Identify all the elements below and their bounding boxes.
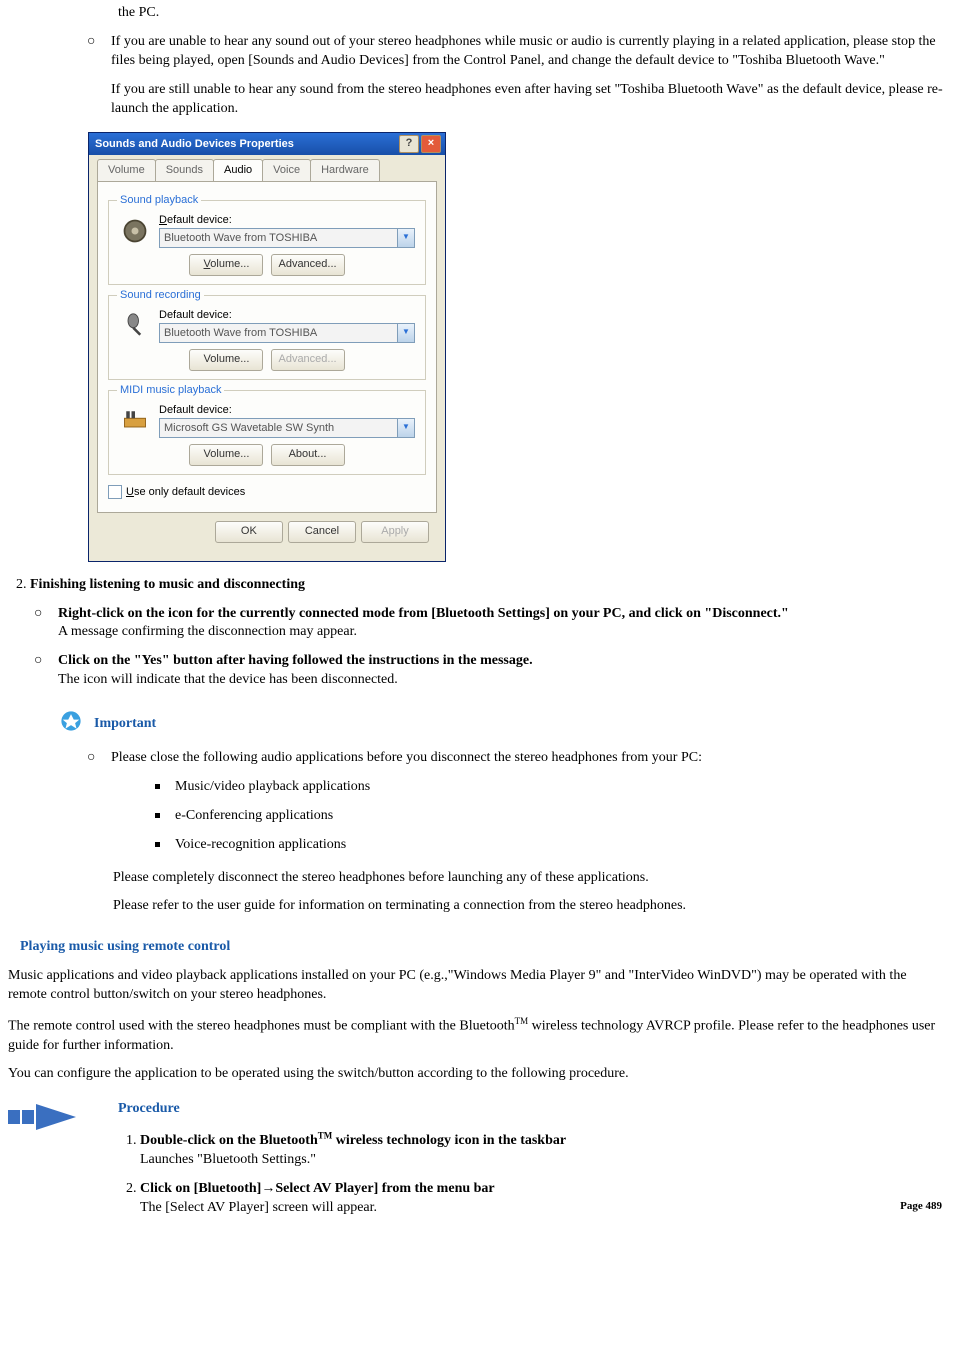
recording-legend: Sound recording [117, 288, 204, 303]
important-intro: Please close the following audio applica… [111, 750, 702, 765]
recording-label: Default device: [159, 308, 415, 323]
speaker-icon [119, 215, 151, 247]
tab-audio[interactable]: Audio [213, 159, 263, 181]
step2-item-2: Click on the "Yes" button after having f… [30, 652, 946, 690]
important-p1: Please completely disconnect the stereo … [113, 869, 946, 888]
midi-about-button[interactable]: About... [271, 444, 345, 466]
midi-label: Default device: [159, 403, 415, 418]
midi-device-value: Microsoft GS Wavetable SW Synth [160, 419, 397, 437]
microphone-icon [119, 310, 151, 342]
procedure-label: Procedure [118, 1100, 946, 1119]
recording-device-value: Bluetooth Wave from TOSHIBA [160, 324, 397, 342]
step2-item1-plain: A message confirming the disconnection m… [58, 624, 357, 639]
intro-line0: the PC. [118, 4, 946, 23]
step2-item-1: Right-click on the icon for the currentl… [30, 605, 946, 643]
step2-item2-bold: Click on the "Yes" button after having f… [58, 653, 533, 668]
help-icon[interactable]: ? [399, 135, 419, 153]
chevron-down-icon[interactable]: ▼ [397, 229, 414, 247]
playback-device-combo[interactable]: Bluetooth Wave from TOSHIBA ▼ [159, 228, 415, 248]
dialog-title: Sounds and Audio Devices Properties [95, 137, 397, 152]
step2-title: Finishing listening to music and disconn… [30, 577, 305, 592]
tab-voice[interactable]: Voice [262, 159, 311, 181]
midi-playback-group: MIDI music playback Default device: Micr… [108, 390, 426, 475]
trademark-icon: TM [515, 1016, 529, 1026]
sounds-audio-dialog: Sounds and Audio Devices Properties ? × … [88, 132, 446, 561]
recording-device-combo[interactable]: Bluetooth Wave from TOSHIBA ▼ [159, 323, 415, 343]
midi-device-combo[interactable]: Microsoft GS Wavetable SW Synth ▼ [159, 418, 415, 438]
procedure-step-1: Double-click on the BluetoothTM wireless… [140, 1129, 946, 1169]
tab-hardware[interactable]: Hardware [310, 159, 380, 181]
playback-device-value: Bluetooth Wave from TOSHIBA [160, 229, 397, 247]
chevron-down-icon[interactable]: ▼ [397, 324, 414, 342]
important-p2: Please refer to the user guide for infor… [113, 897, 946, 916]
close-icon[interactable]: × [421, 135, 441, 153]
proc1-bold: Double-click on the BluetoothTM wireless… [140, 1133, 566, 1148]
sound-recording-group: Sound recording Default device: Bluetoot… [108, 295, 426, 380]
recording-advanced-button: Advanced... [271, 349, 345, 371]
important-intro-item: Please close the following audio applica… [83, 749, 946, 855]
remote-p2: The remote control used with the stereo … [8, 1015, 946, 1055]
ok-button[interactable]: OK [215, 521, 283, 543]
use-only-default-checkbox[interactable]: Use only default devices [108, 485, 426, 500]
playback-volume-button[interactable]: Volume... [189, 254, 263, 276]
page-number: Page 489 [900, 1199, 942, 1214]
midi-volume-button[interactable]: Volume... [189, 444, 263, 466]
remote-heading: Playing music using remote control [20, 938, 946, 957]
important-label: Important [94, 715, 156, 734]
chevron-down-icon[interactable]: ▼ [397, 419, 414, 437]
checkbox-icon [108, 485, 122, 499]
playback-legend: Sound playback [117, 193, 201, 208]
apply-button: Apply [361, 521, 429, 543]
dialog-tabs: Volume Sounds Audio Voice Hardware [97, 159, 437, 182]
proc2-bold: Click on [Bluetooth]→Select AV Player] f… [140, 1181, 495, 1196]
step2-item2-plain: The icon will indicate that the device h… [58, 672, 398, 687]
procedure-arrow-icon [8, 1100, 88, 1141]
use-only-default-label: Use only default devices [126, 485, 245, 500]
remote-p1: Music applications and video playback ap… [8, 967, 946, 1005]
recording-volume-button[interactable]: Volume... [189, 349, 263, 371]
proc2-plain: The [Select AV Player] screen will appea… [140, 1200, 377, 1215]
cancel-button[interactable]: Cancel [288, 521, 356, 543]
midi-icon [119, 404, 151, 436]
trademark-icon: TM [318, 1130, 333, 1140]
intro-para2: If you are still unable to hear any soun… [111, 81, 946, 119]
info-icon [60, 710, 82, 739]
midi-legend: MIDI music playback [117, 383, 224, 398]
step2-item1-bold: Right-click on the icon for the currentl… [58, 606, 789, 621]
important-app-1: Music/video playback applications [147, 778, 946, 797]
tab-volume[interactable]: Volume [97, 159, 156, 181]
tab-sounds[interactable]: Sounds [155, 159, 214, 181]
proc1-plain: Launches "Bluetooth Settings." [140, 1152, 316, 1167]
intro-bullet: If you are unable to hear any sound out … [83, 33, 946, 119]
procedure-step-2: Click on [Bluetooth]→Select AV Player] f… [140, 1180, 946, 1218]
sound-playback-group: Sound playback Default device: Bluetooth… [108, 200, 426, 285]
intro-para1: If you are unable to hear any sound out … [111, 33, 946, 71]
important-app-2: e-Conferencing applications [147, 807, 946, 826]
important-app-3: Voice-recognition applications [147, 836, 946, 855]
remote-p3: You can configure the application to be … [8, 1065, 946, 1084]
playback-label: Default device: [159, 213, 415, 228]
playback-advanced-button[interactable]: Advanced... [271, 254, 345, 276]
step-2: Finishing listening to music and disconn… [30, 576, 946, 690]
